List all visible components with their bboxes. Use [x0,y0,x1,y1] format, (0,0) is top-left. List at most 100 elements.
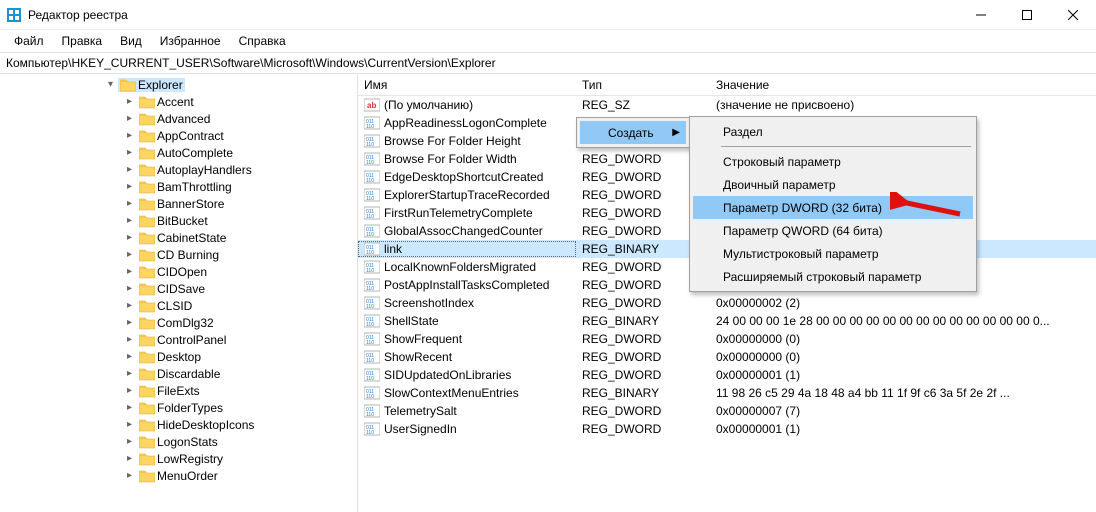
expand-icon[interactable]: ▸ [124,419,135,430]
menu-view[interactable]: Вид [112,32,150,50]
col-value[interactable]: Значение [710,74,1096,95]
list-row[interactable]: 011110SIDUpdatedOnLibrariesREG_DWORD0x00… [358,366,1096,384]
list-row[interactable]: 011110TelemetrySaltREG_DWORD0x00000007 (… [358,402,1096,420]
tree-item[interactable]: ▸Accent [0,93,357,110]
tree-item[interactable]: ▸Discardable [0,365,357,382]
folder-icon [139,469,155,483]
svg-text:110: 110 [366,196,374,202]
ctx-multi[interactable]: Мультистроковый параметр [693,242,973,265]
tree-item[interactable]: ▸CabinetState [0,229,357,246]
expand-icon[interactable]: ▸ [124,113,135,124]
close-button[interactable] [1050,0,1096,30]
list-row[interactable]: 011110SlowContextMenuEntriesREG_BINARY11… [358,384,1096,402]
expand-icon[interactable]: ▸ [124,181,135,192]
col-type[interactable]: Тип [576,74,710,95]
expand-icon[interactable]: ▸ [124,402,135,413]
tree-item[interactable]: ▸Advanced [0,110,357,127]
folder-icon [139,95,155,109]
addressbar[interactable]: Компьютер\HKEY_CURRENT_USER\Software\Mic… [0,52,1096,74]
expand-icon[interactable]: ▸ [124,453,135,464]
expand-icon[interactable]: ▸ [124,249,135,260]
expand-icon[interactable]: ▸ [124,283,135,294]
tree-item[interactable]: ▸BitBucket [0,212,357,229]
expand-icon[interactable]: ▸ [124,96,135,107]
col-name[interactable]: Имя [358,74,576,95]
folder-icon [139,112,155,126]
expand-icon[interactable]: ▸ [124,470,135,481]
minimize-button[interactable] [958,0,1004,30]
expand-icon[interactable]: ▸ [124,334,135,345]
binary-value-icon: 011110 [364,385,380,401]
tree-item[interactable]: ▸ CD Burning [0,246,357,263]
ctx-section[interactable]: Раздел [693,120,973,143]
tree-item[interactable]: ▸BannerStore [0,195,357,212]
tree-view[interactable]: ▾ Explorer ▸Accent▸Advanced▸AppContract▸… [0,74,358,512]
maximize-button[interactable] [1004,0,1050,30]
expand-icon[interactable]: ▸ [124,130,135,141]
tree-item[interactable]: ▸LowRegistry [0,450,357,467]
tree-item[interactable]: ▸AutoplayHandlers [0,161,357,178]
value-type: REG_DWORD [576,368,710,382]
menu-favorites[interactable]: Избранное [152,32,229,50]
submenu-arrow-icon: ▶ [672,127,680,138]
value-type: REG_DWORD [576,350,710,364]
ctx-binary[interactable]: Двоичный параметр [693,173,973,196]
folder-icon [139,333,155,347]
expand-icon[interactable]: ▸ [124,317,135,328]
expand-icon[interactable]: ▸ [124,266,135,277]
expand-icon[interactable]: ▸ [124,232,135,243]
window-title: Редактор реестра [28,8,128,22]
list-row[interactable]: 011110ShowFrequentREG_DWORD0x00000000 (0… [358,330,1096,348]
list-row[interactable]: 011110ScreenshotIndexREG_DWORD0x00000002… [358,294,1096,312]
tree-item[interactable]: ▸HideDesktopIcons [0,416,357,433]
expand-icon[interactable]: ▸ [124,198,135,209]
ctx-create[interactable]: Создать ▶ [580,121,686,144]
tree-item[interactable]: ▸MenuOrder [0,467,357,484]
tree-item[interactable]: ▸FileExts [0,382,357,399]
list-row[interactable]: 011110UserSignedInREG_DWORD0x00000001 (1… [358,420,1096,438]
ctx-qword[interactable]: Параметр QWORD (64 бита) [693,219,973,242]
context-menu: Создать ▶ [576,117,690,148]
binary-value-icon: 011110 [364,115,380,131]
tree-item[interactable]: ▸AppContract [0,127,357,144]
tree-item[interactable]: ▸CLSID [0,297,357,314]
tree-item[interactable]: ▸LogonStats [0,433,357,450]
folder-icon [139,129,155,143]
list-row[interactable]: 011110ShellStateREG_BINARY24 00 00 00 1e… [358,312,1096,330]
menu-help[interactable]: Справка [231,32,294,50]
tree-item[interactable]: ▸BamThrottling [0,178,357,195]
collapse-icon[interactable]: ▾ [105,79,116,90]
value-type: REG_BINARY [576,386,710,400]
ctx-expand[interactable]: Расширяемый строковый параметр [693,265,973,288]
tree-item[interactable]: ▸ControlPanel [0,331,357,348]
tree-item[interactable]: ▸CIDOpen [0,263,357,280]
list-row[interactable]: ab(По умолчанию)REG_SZ(значение не присв… [358,96,1096,114]
expand-icon[interactable]: ▸ [124,300,135,311]
menu-file[interactable]: Файл [6,32,52,50]
tree-item[interactable]: ▸ComDlg32 [0,314,357,331]
tree-item[interactable]: ▸AutoComplete [0,144,357,161]
expand-icon[interactable]: ▸ [124,215,135,226]
folder-icon [139,316,155,330]
expand-icon[interactable]: ▸ [124,351,135,362]
expand-icon[interactable]: ▸ [124,436,135,447]
value-data: 0x00000000 (0) [710,332,1096,346]
tree-item[interactable]: ▸Desktop [0,348,357,365]
value-data: 0x00000001 (1) [710,422,1096,436]
tree-item[interactable]: ▸FolderTypes [0,399,357,416]
value-name: UserSignedIn [384,422,457,436]
expand-icon[interactable]: ▸ [124,368,135,379]
tree-item[interactable]: ▸CIDSave [0,280,357,297]
ctx-dword[interactable]: Параметр DWORD (32 бита) [693,196,973,219]
expand-icon[interactable]: ▸ [124,164,135,175]
expand-icon[interactable]: ▸ [124,385,135,396]
menu-edit[interactable]: Правка [54,32,111,50]
binary-value-icon: 011110 [364,277,380,293]
svg-text:110: 110 [366,214,374,220]
tree-label: CD Burning [157,248,219,262]
list-row[interactable]: 011110ShowRecentREG_DWORD0x00000000 (0) [358,348,1096,366]
expand-icon[interactable]: ▸ [124,147,135,158]
folder-icon [139,197,155,211]
tree-root[interactable]: ▾ Explorer [0,76,357,93]
ctx-string[interactable]: Строковый параметр [693,150,973,173]
